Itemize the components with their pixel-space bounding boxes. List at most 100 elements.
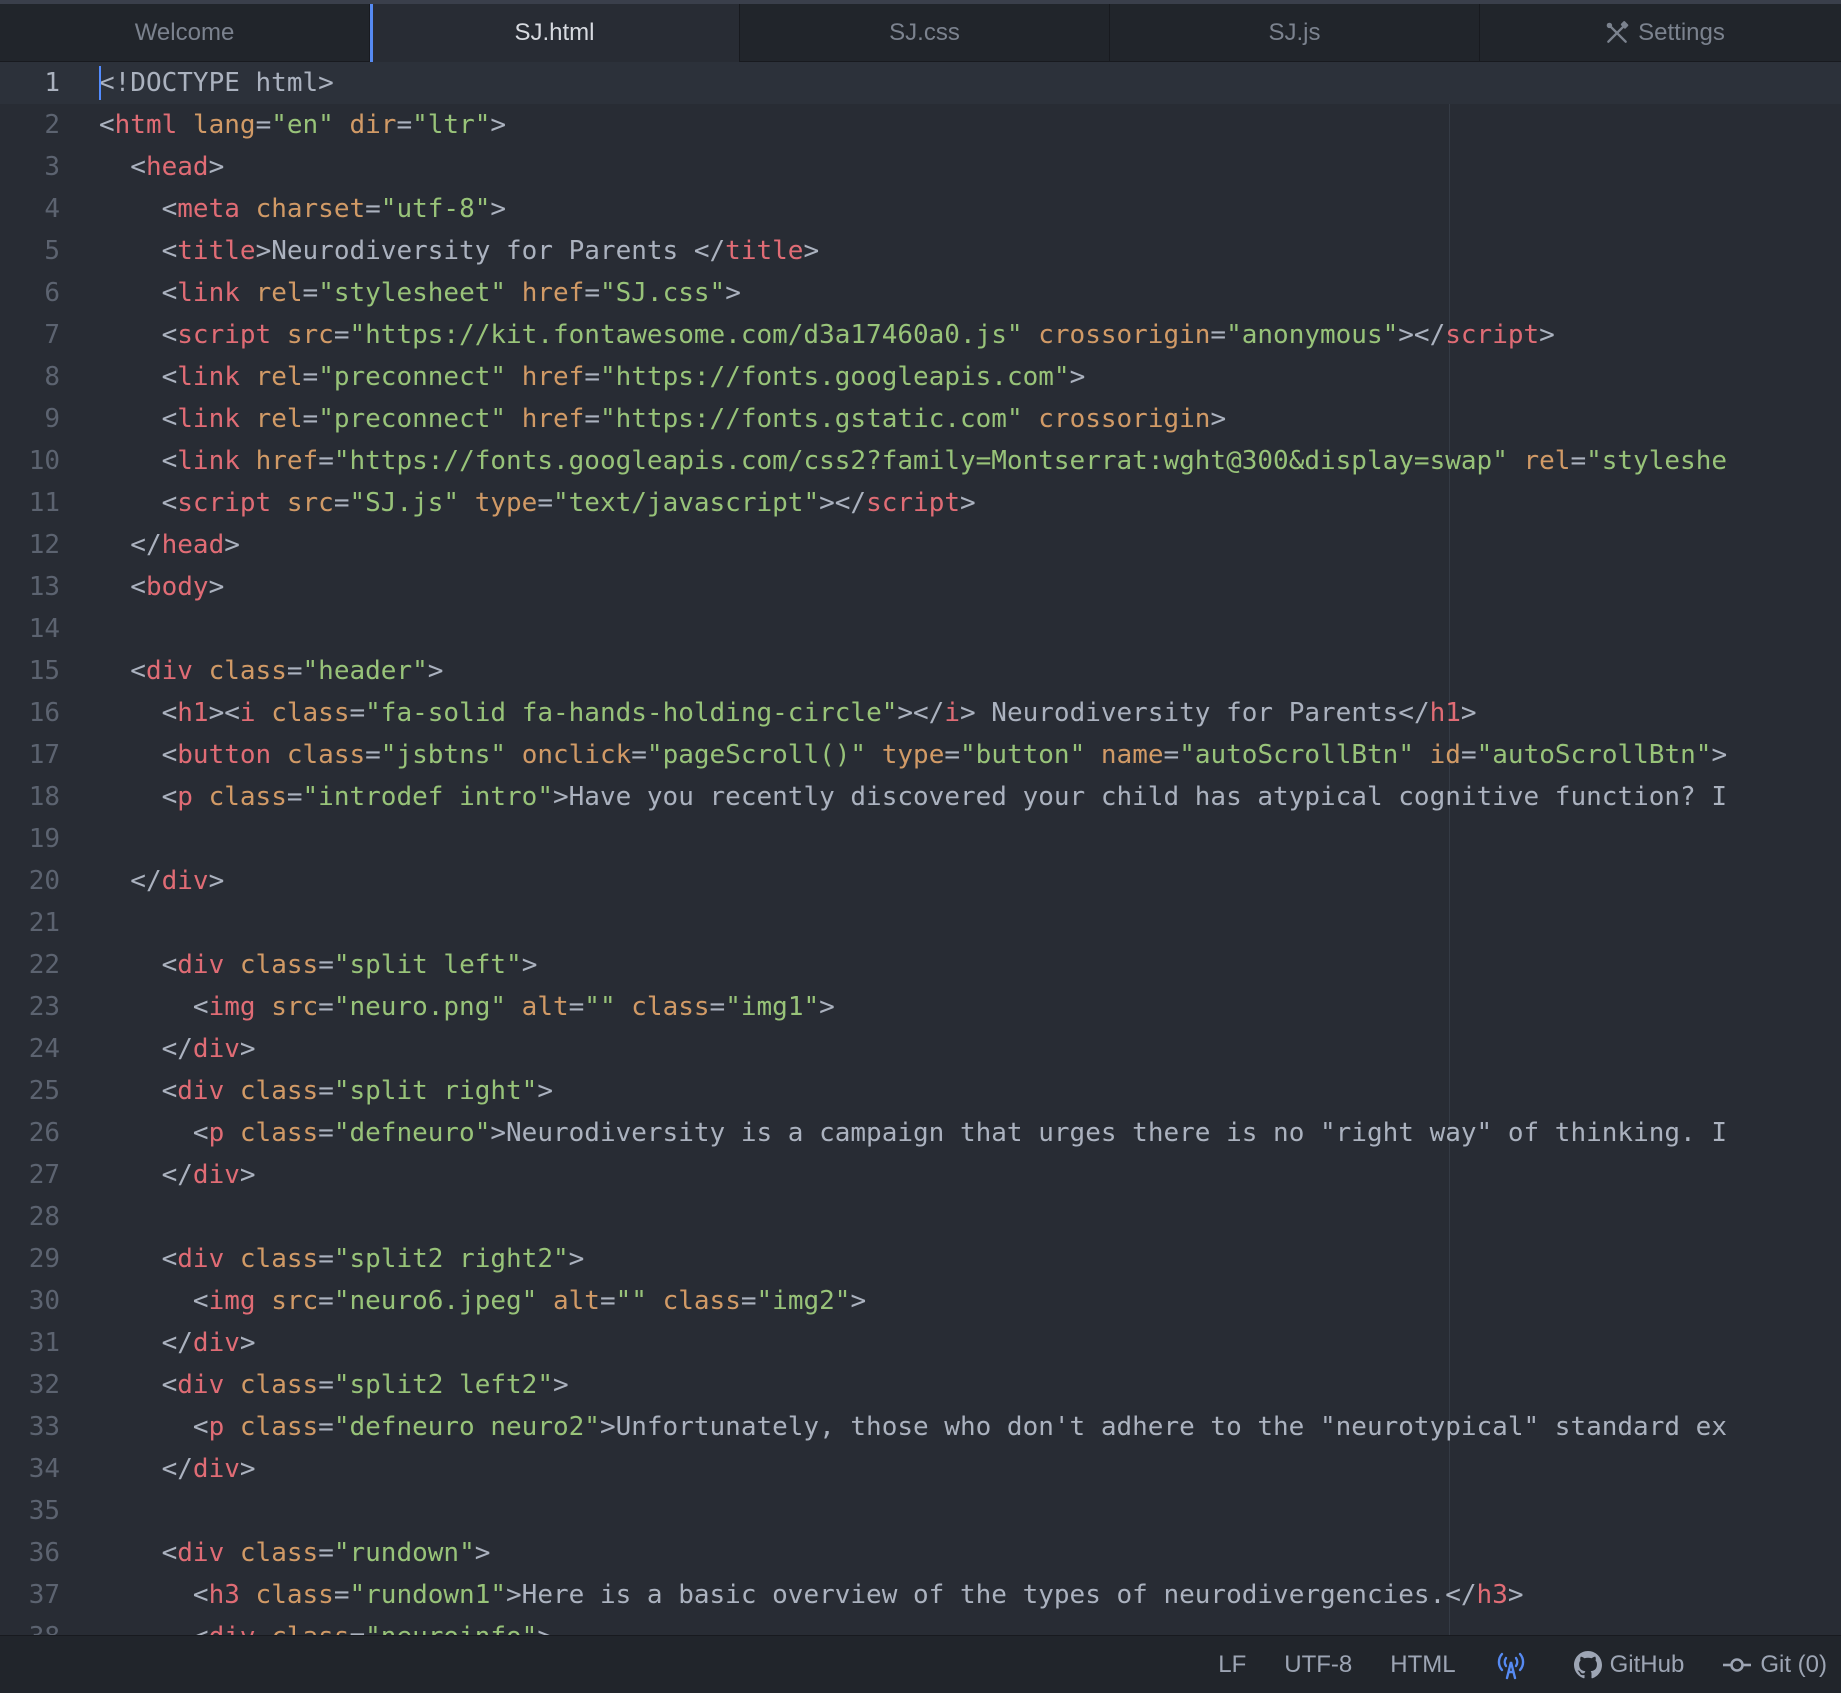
code-line[interactable]: 29 <div class="split2 right2"> bbox=[0, 1238, 1841, 1280]
code-line[interactable]: 24 </div> bbox=[0, 1028, 1841, 1070]
attribute-name: class bbox=[271, 1622, 349, 1635]
code-line[interactable]: 16 <h1><i class="fa-solid fa-hands-holdi… bbox=[0, 692, 1841, 734]
code-line[interactable]: 7 <script src="https://kit.fontawesome.c… bbox=[0, 314, 1841, 356]
line-content: <link rel="preconnect" href="https://fon… bbox=[99, 398, 1227, 440]
code-line[interactable]: 20 </div> bbox=[0, 860, 1841, 902]
line-content: </div> bbox=[99, 1322, 256, 1364]
line-number[interactable]: 12 bbox=[0, 524, 60, 566]
line-number[interactable]: 6 bbox=[0, 272, 60, 314]
line-number[interactable]: 18 bbox=[0, 776, 60, 818]
encoding-indicator[interactable]: UTF-8 bbox=[1284, 1651, 1352, 1679]
line-number[interactable]: 9 bbox=[0, 398, 60, 440]
broadcast-icon[interactable] bbox=[1494, 1650, 1536, 1680]
line-number[interactable]: 20 bbox=[0, 860, 60, 902]
line-number[interactable]: 19 bbox=[0, 818, 60, 860]
string-value: "split right" bbox=[333, 1076, 538, 1106]
code-text: >< bbox=[208, 698, 240, 728]
line-number[interactable]: 25 bbox=[0, 1070, 60, 1112]
line-number[interactable]: 10 bbox=[0, 440, 60, 482]
line-number[interactable]: 15 bbox=[0, 650, 60, 692]
line-number[interactable]: 34 bbox=[0, 1448, 60, 1490]
git-button[interactable]: Git (0) bbox=[1722, 1651, 1827, 1679]
line-number[interactable]: 21 bbox=[0, 902, 60, 944]
code-line[interactable]: 21 bbox=[0, 902, 1841, 944]
code-line[interactable]: 14 bbox=[0, 608, 1841, 650]
code-line[interactable]: 32 <div class="split2 left2"> bbox=[0, 1364, 1841, 1406]
code-line[interactable]: 27 </div> bbox=[0, 1154, 1841, 1196]
line-number[interactable]: 5 bbox=[0, 230, 60, 272]
code-line[interactable]: 38 <div class="neuroinfo"> bbox=[0, 1616, 1841, 1635]
line-number[interactable]: 24 bbox=[0, 1028, 60, 1070]
code-editor[interactable]: 1 <!DOCTYPE html> 2 <html lang="en" dir="lt… bbox=[0, 62, 1841, 1635]
attribute-name: class bbox=[255, 1580, 334, 1610]
code-line[interactable]: 18 <p class="introdef intro">Have you re… bbox=[0, 776, 1841, 818]
attribute-name: class bbox=[239, 1244, 319, 1274]
line-number[interactable]: 4 bbox=[0, 188, 60, 230]
tab-sj-js[interactable]: SJ.js bbox=[1110, 4, 1480, 62]
code-line[interactable]: 17 <button class="jsbtns" onclick="pageS… bbox=[0, 734, 1841, 776]
line-number[interactable]: 23 bbox=[0, 986, 60, 1028]
line-number[interactable]: 1 bbox=[0, 62, 60, 104]
code-line[interactable]: 23 <img src="neuro.png" alt="" class="im… bbox=[0, 986, 1841, 1028]
tab-sj-html[interactable]: SJ.html bbox=[370, 4, 740, 62]
line-number[interactable]: 22 bbox=[0, 944, 60, 986]
code-line[interactable]: 37 <h3 class="rundown1">Here is a basic … bbox=[0, 1574, 1841, 1616]
code-line[interactable]: 30 <img src="neuro6.jpeg" alt="" class="… bbox=[0, 1280, 1841, 1322]
line-number[interactable]: 16 bbox=[0, 692, 60, 734]
line-number[interactable]: 29 bbox=[0, 1238, 60, 1280]
code-line[interactable]: 33 <p class="defneuro neuro2">Unfortunat… bbox=[0, 1406, 1841, 1448]
code-line[interactable]: 34 </div> bbox=[0, 1448, 1841, 1490]
tab-sj-css[interactable]: SJ.css bbox=[740, 4, 1110, 62]
code-line[interactable]: 22 <div class="split left"> bbox=[0, 944, 1841, 986]
code-line[interactable]: 1 <!DOCTYPE html> bbox=[0, 62, 1841, 104]
line-number[interactable]: 33 bbox=[0, 1406, 60, 1448]
line-number[interactable]: 13 bbox=[0, 566, 60, 608]
line-number[interactable]: 35 bbox=[0, 1490, 60, 1532]
code-line[interactable]: 25 <div class="split right"> bbox=[0, 1070, 1841, 1112]
line-number[interactable]: 17 bbox=[0, 734, 60, 776]
tab-label: SJ.js bbox=[1268, 19, 1321, 46]
line-number[interactable]: 30 bbox=[0, 1280, 60, 1322]
tag-name: h1 bbox=[177, 698, 209, 728]
code-line[interactable]: 2 <html lang="en" dir="ltr"> bbox=[0, 104, 1841, 146]
code-line[interactable]: 15 <div class="header"> bbox=[0, 650, 1841, 692]
line-number[interactable]: 31 bbox=[0, 1322, 60, 1364]
code-line[interactable]: 6 <link rel="stylesheet" href="SJ.css"> bbox=[0, 272, 1841, 314]
code-line[interactable]: 13 <body> bbox=[0, 566, 1841, 608]
code-line[interactable]: 19 bbox=[0, 818, 1841, 860]
line-number[interactable]: 27 bbox=[0, 1154, 60, 1196]
line-number[interactable]: 14 bbox=[0, 608, 60, 650]
code-line[interactable]: 4 <meta charset="utf-8"> bbox=[0, 188, 1841, 230]
code-line[interactable]: 10 <link href="https://fonts.googleapis.… bbox=[0, 440, 1841, 482]
line-number[interactable]: 36 bbox=[0, 1532, 60, 1574]
line-number[interactable]: 3 bbox=[0, 146, 60, 188]
code-line[interactable]: 31 </div> bbox=[0, 1322, 1841, 1364]
code-line[interactable]: 8 <link rel="preconnect" href="https://f… bbox=[0, 356, 1841, 398]
line-number[interactable]: 2 bbox=[0, 104, 60, 146]
code-line[interactable]: 11 <script src="SJ.js" type="text/javasc… bbox=[0, 482, 1841, 524]
line-ending-indicator[interactable]: LF bbox=[1218, 1651, 1246, 1679]
line-number[interactable]: 7 bbox=[0, 314, 60, 356]
code-line[interactable]: 5 <title>Neurodiversity for Parents </ti… bbox=[0, 230, 1841, 272]
code-line[interactable]: 26 <p class="defneuro">Neurodiversity is… bbox=[0, 1112, 1841, 1154]
tab-welcome[interactable]: Welcome bbox=[0, 4, 370, 62]
github-button[interactable]: GitHub bbox=[1573, 1650, 1685, 1679]
line-number[interactable]: 8 bbox=[0, 356, 60, 398]
line-number[interactable]: 26 bbox=[0, 1112, 60, 1154]
grammar-indicator[interactable]: HTML bbox=[1390, 1651, 1455, 1679]
code-line[interactable]: 36 <div class="rundown"> bbox=[0, 1532, 1841, 1574]
github-label: GitHub bbox=[1609, 1650, 1685, 1678]
line-number[interactable]: 28 bbox=[0, 1196, 60, 1238]
tab-settings[interactable]: Settings bbox=[1480, 4, 1841, 62]
line-number[interactable]: 11 bbox=[0, 482, 60, 524]
line-number[interactable]: 38 bbox=[0, 1616, 60, 1635]
code-line[interactable]: 35 bbox=[0, 1490, 1841, 1532]
code-line[interactable]: 9 <link rel="preconnect" href="https://f… bbox=[0, 398, 1841, 440]
code-line[interactable]: 12 </head> bbox=[0, 524, 1841, 566]
line-number[interactable]: 32 bbox=[0, 1364, 60, 1406]
code-line[interactable]: 3 <head> bbox=[0, 146, 1841, 188]
line-number[interactable]: 37 bbox=[0, 1574, 60, 1616]
code-line[interactable]: 28 bbox=[0, 1196, 1841, 1238]
